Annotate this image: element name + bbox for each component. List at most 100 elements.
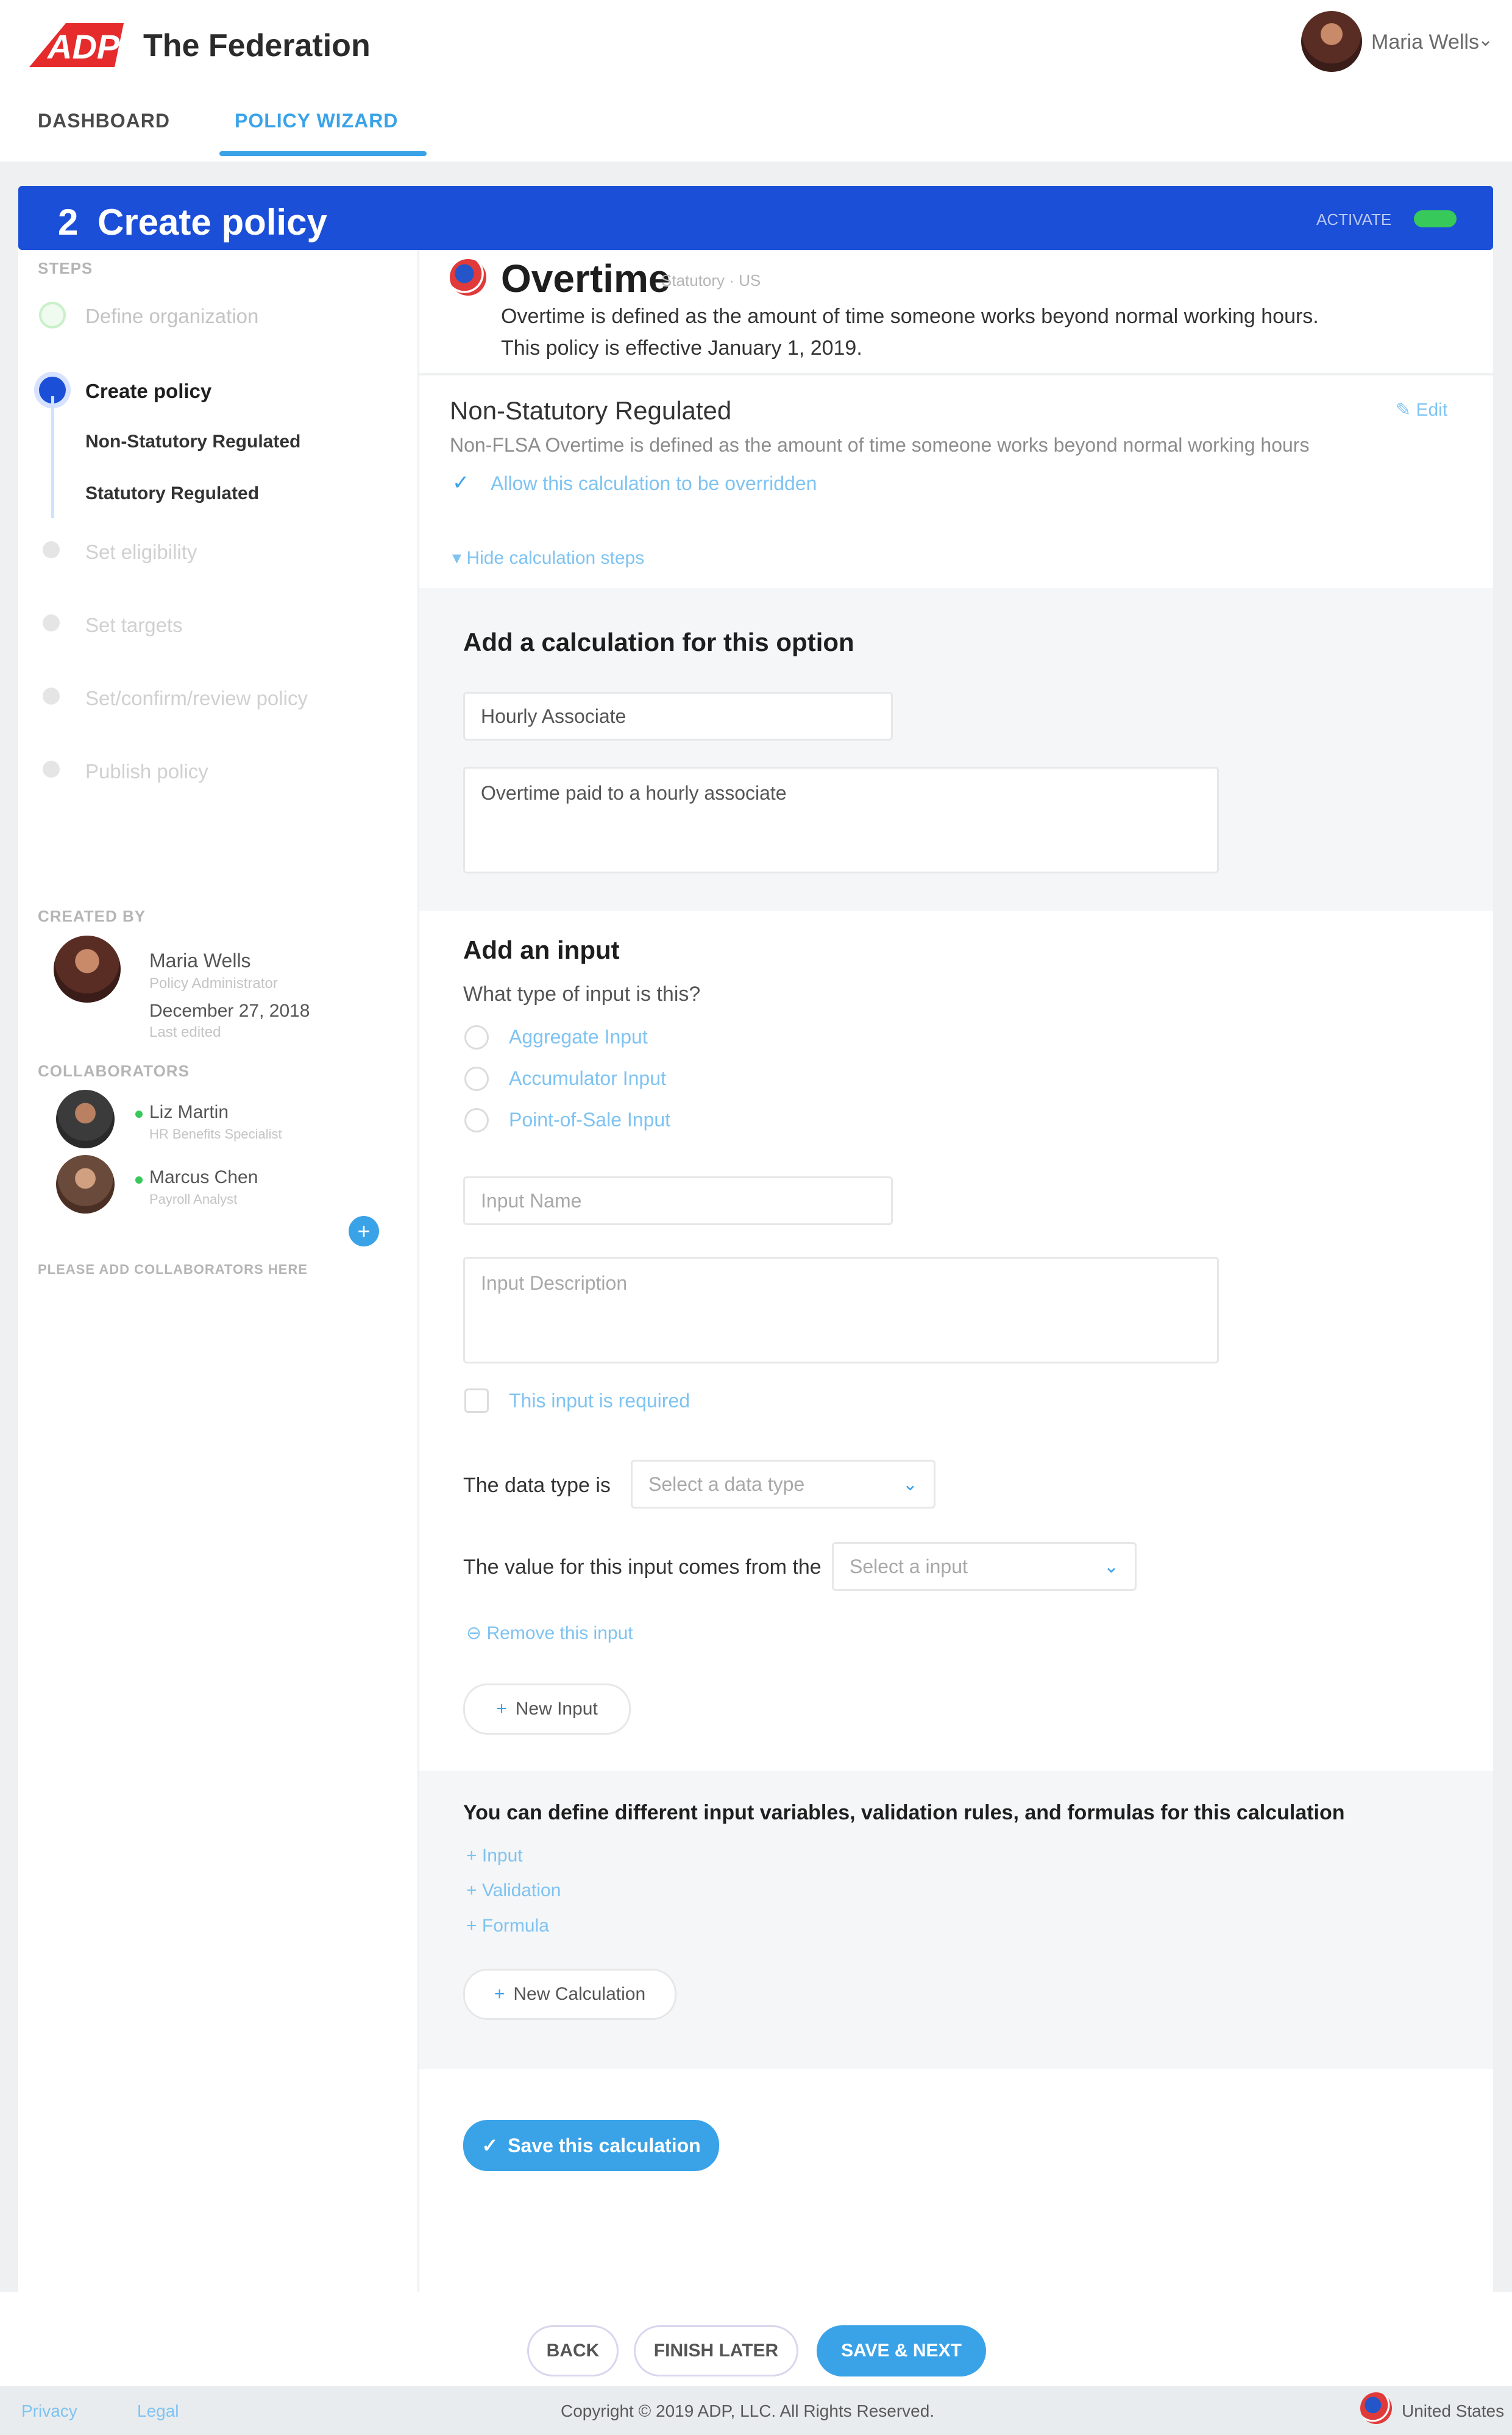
edit-option-link[interactable]: ✎ Edit [1396, 399, 1447, 421]
input-name-placeholder: Input Name [481, 1189, 582, 1212]
online-status-icon [135, 1111, 143, 1118]
data-type-select[interactable]: Select a data type ⌄ [631, 1460, 935, 1509]
check-icon: ✓ [481, 2135, 499, 2156]
section-divider [419, 373, 1493, 375]
back-button[interactable]: BACK [527, 2325, 619, 2376]
point-of-sale-radio[interactable] [464, 1108, 489, 1132]
calculation-name-value: Hourly Associate [481, 705, 626, 727]
input-description-field[interactable]: Input Description [463, 1257, 1219, 1363]
substep-line [51, 396, 54, 518]
save-calculation-label: Save this calculation [508, 2134, 701, 2156]
plus-icon: + [466, 1880, 477, 1900]
input-description-placeholder: Input Description [481, 1272, 628, 1294]
allow-override-label[interactable]: Allow this calculation to be overridden [491, 472, 817, 495]
remove-icon: ⊖ [466, 1623, 482, 1643]
us-flag-icon[interactable] [1360, 2392, 1392, 2424]
variables-heading: You can define different input variables… [463, 1801, 1345, 1824]
point-of-sale-radio-label[interactable]: Point-of-Sale Input [509, 1109, 670, 1131]
user-avatar[interactable] [1301, 11, 1362, 72]
step-create-policy[interactable]: Create policy [85, 380, 211, 403]
creator-role: Policy Administrator [149, 975, 278, 992]
step-pending-icon [43, 688, 60, 705]
substep-statutory[interactable]: Statutory Regulated [85, 483, 259, 504]
step-publish-policy[interactable]: Publish policy [85, 760, 208, 783]
calculation-name-input[interactable]: Hourly Associate [463, 692, 893, 741]
finish-later-button[interactable]: FINISH LATER [634, 2325, 798, 2376]
add-collaborator-icon[interactable]: + [349, 1216, 379, 1246]
online-status-icon [135, 1176, 143, 1184]
plus-icon: + [494, 1984, 505, 2004]
option-description: Non-FLSA Overtime is defined as the amou… [450, 434, 1310, 456]
new-input-label: New Input [515, 1699, 598, 1719]
save-calculation-button[interactable]: ✓ Save this calculation [463, 2120, 719, 2171]
legal-link[interactable]: Legal [137, 2401, 179, 2421]
input-type-question: What type of input is this? [463, 983, 701, 1006]
collaborator-name: Marcus Chen [149, 1167, 258, 1187]
hide-steps-label: Hide calculation steps [466, 548, 645, 568]
required-label[interactable]: This input is required [509, 1390, 690, 1412]
remove-input-link[interactable]: ⊖ Remove this input [466, 1623, 633, 1644]
user-menu-chevron-icon[interactable]: ⌄ [1478, 29, 1493, 51]
step-set-eligibility[interactable]: Set eligibility [85, 541, 197, 564]
hide-steps-toggle[interactable]: ▾ Hide calculation steps [452, 547, 644, 569]
edit-icon: ✎ [1396, 400, 1411, 420]
adp-logo-icon[interactable]: ADP [23, 18, 127, 72]
aggregate-radio[interactable] [464, 1025, 489, 1050]
activate-toggle[interactable] [1414, 210, 1457, 227]
input-link[interactable]: + Input [466, 1846, 523, 1866]
input-heading: Add an input [463, 936, 620, 964]
step-review-policy[interactable]: Set/confirm/review policy [85, 687, 308, 710]
tab-policy-wizard[interactable]: POLICY WIZARD [235, 110, 398, 132]
step-define-organization[interactable]: Define organization [85, 305, 258, 328]
step-number: 2 [58, 202, 79, 243]
validation-link[interactable]: + Validation [466, 1880, 561, 1901]
new-input-button[interactable]: + New Input [463, 1683, 631, 1735]
svg-text:ADP: ADP [46, 27, 120, 66]
validation-link-label: Validation [481, 1880, 561, 1900]
step-pending-icon [43, 761, 60, 778]
remove-input-label: Remove this input [486, 1623, 633, 1643]
chevron-down-icon: ⌄ [902, 1474, 918, 1495]
aggregate-radio-label[interactable]: Aggregate Input [509, 1026, 648, 1048]
creator-date-sub: Last edited [149, 1024, 221, 1040]
collaborators-label: COLLABORATORS [38, 1062, 190, 1080]
collaborator-name: Liz Martin [149, 1102, 229, 1122]
language-selector[interactable]: United States [1402, 2401, 1504, 2421]
accumulator-radio-label[interactable]: Accumulator Input [509, 1067, 666, 1090]
collaborators-hint: PLEASE ADD COLLABORATORS HERE [38, 1262, 308, 1277]
input-link-label: Input [481, 1846, 523, 1866]
accumulator-radio[interactable] [464, 1067, 489, 1091]
source-placeholder: Select a input [850, 1555, 968, 1577]
new-calculation-button[interactable]: + New Calculation [463, 1969, 676, 2020]
creator-name: Maria Wells [149, 950, 251, 972]
new-calculation-label: New Calculation [513, 1984, 646, 2004]
formula-link[interactable]: + Formula [466, 1916, 549, 1936]
save-next-button[interactable]: SAVE & NEXT [817, 2325, 986, 2376]
collaborator-avatar[interactable] [56, 1090, 115, 1148]
copyright: Copyright © 2019 ADP, LLC. All Rights Re… [561, 2401, 935, 2420]
active-tab-indicator [219, 151, 427, 156]
us-flag-icon [450, 259, 486, 296]
data-type-placeholder: Select a data type [648, 1473, 805, 1495]
organization-name: The Federation [143, 28, 371, 63]
created-by-label: CREATED BY [38, 907, 146, 925]
input-name-field[interactable]: Input Name [463, 1176, 893, 1225]
calculation-description-input[interactable]: Overtime paid to a hourly associate [463, 767, 1219, 873]
required-checkbox[interactable] [464, 1388, 489, 1413]
step-title: Create policy [98, 202, 327, 243]
plus-icon: + [496, 1699, 507, 1719]
substep-non-statutory[interactable]: Non-Statutory Regulated [85, 432, 300, 452]
formula-link-label: Formula [481, 1916, 549, 1936]
top-header [0, 0, 1512, 162]
step-pending-icon [43, 541, 60, 558]
collapse-icon: ▾ [452, 548, 462, 568]
privacy-link[interactable]: Privacy [21, 2401, 77, 2421]
edit-label: Edit [1416, 400, 1448, 420]
tab-dashboard[interactable]: DASHBOARD [38, 110, 170, 132]
source-select[interactable]: Select a input ⌄ [832, 1542, 1137, 1591]
collaborator-avatar[interactable] [56, 1155, 115, 1214]
creator-date: December 27, 2018 [149, 1001, 310, 1021]
plus-icon: + [466, 1846, 477, 1866]
step-set-targets[interactable]: Set targets [85, 614, 183, 637]
user-name[interactable]: Maria Wells [1371, 30, 1479, 54]
